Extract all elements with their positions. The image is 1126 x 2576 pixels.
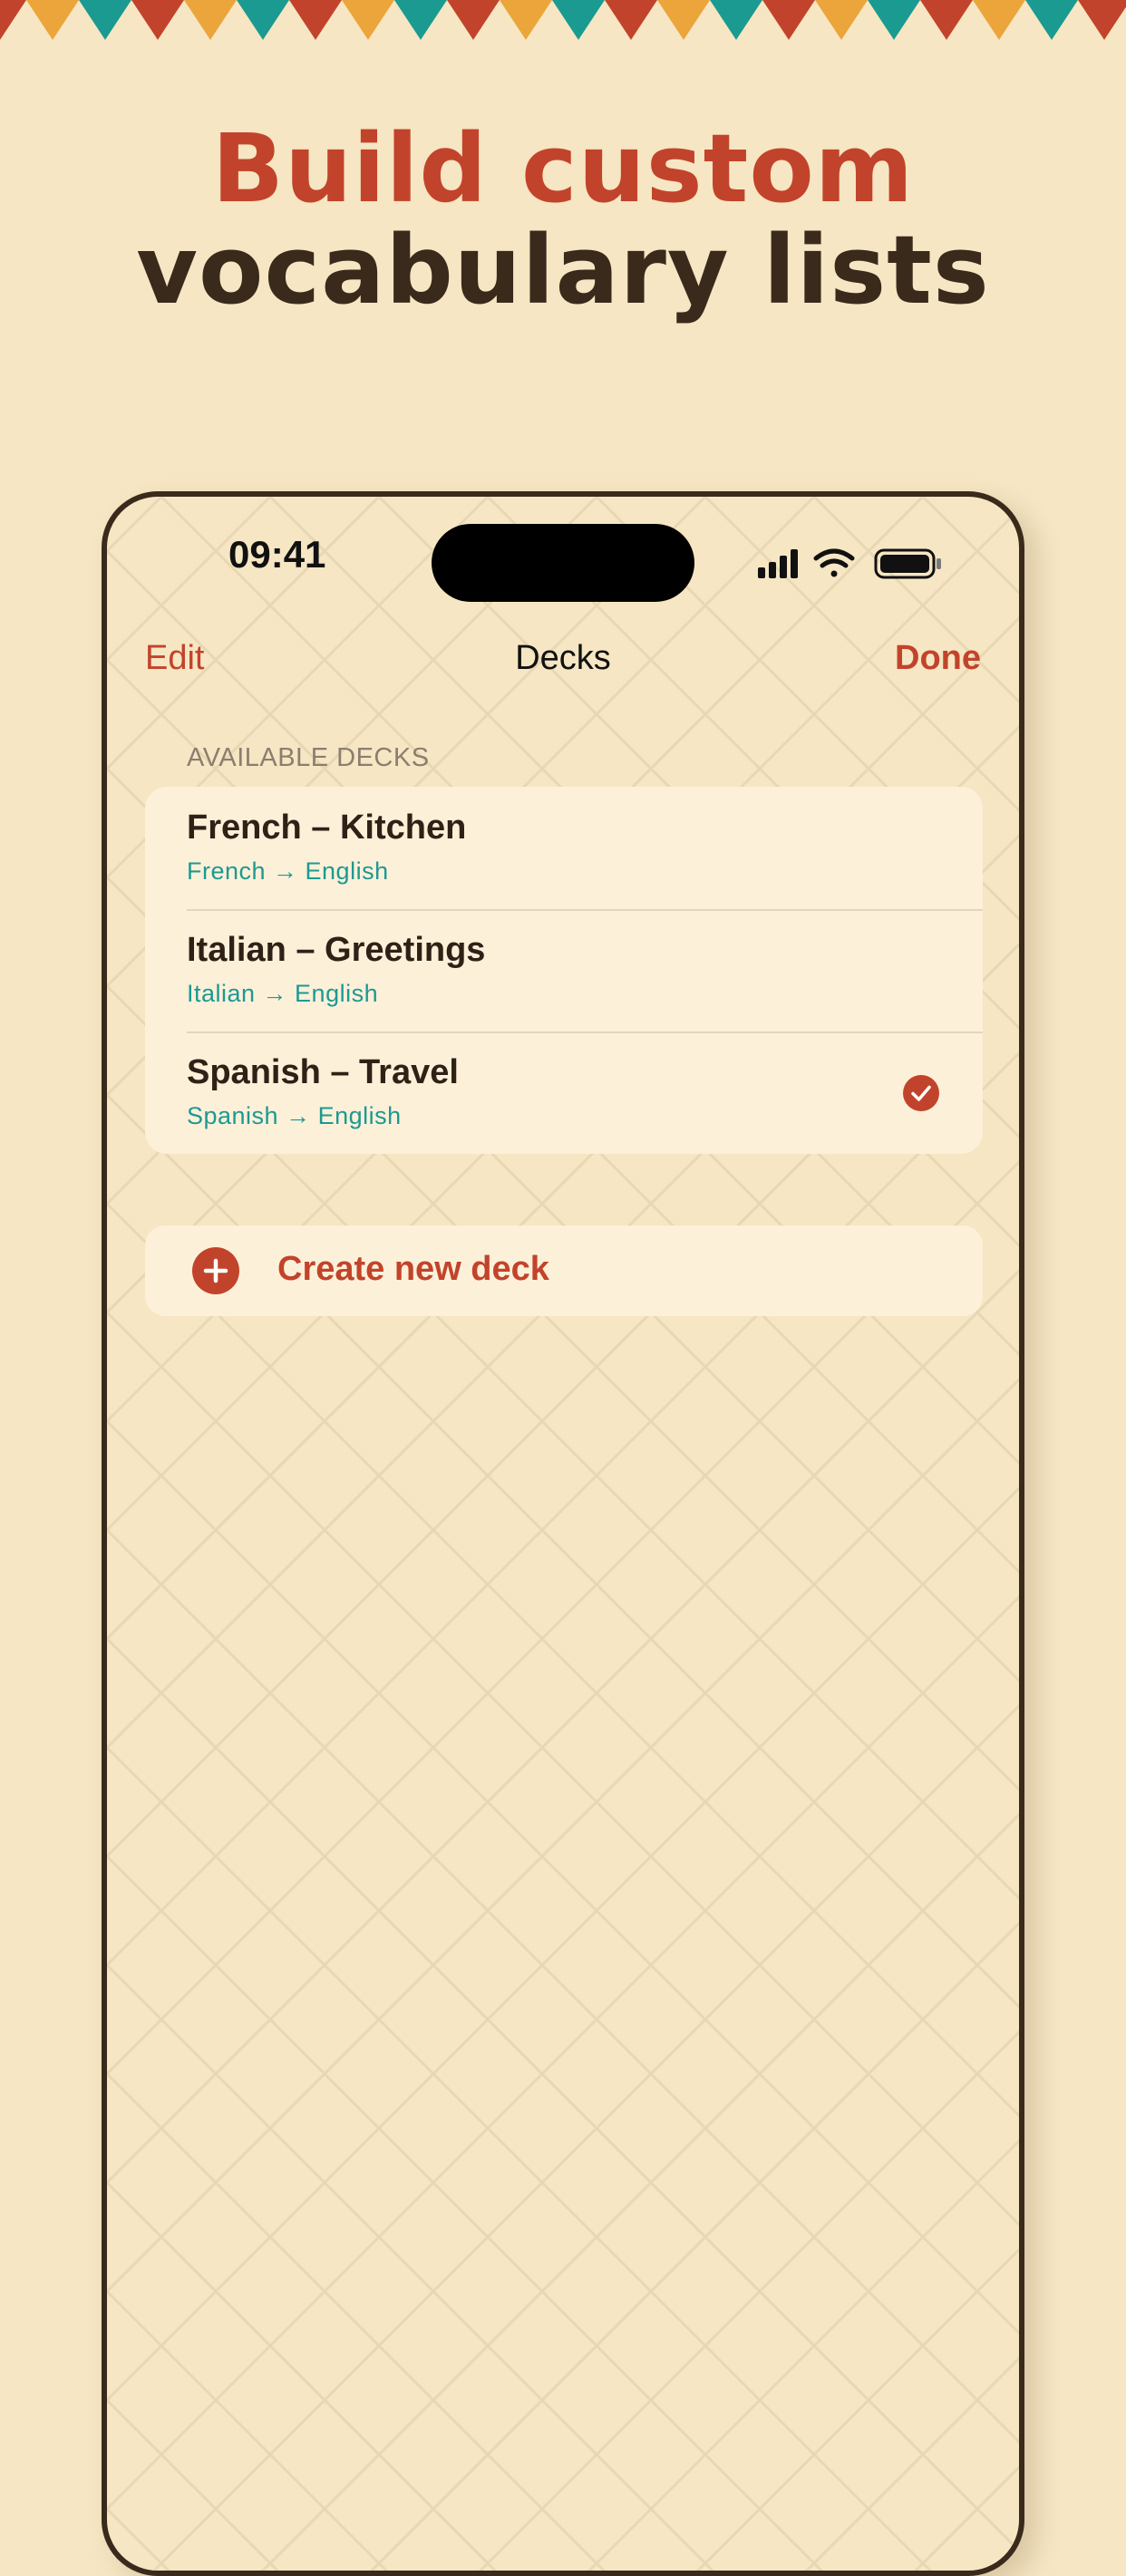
deck-title: Italian – Greetings: [187, 931, 486, 969]
bunting-flag: [920, 0, 973, 40]
bunting-flag: [1025, 0, 1078, 40]
headline: Build custom vocabulary lists: [0, 118, 1126, 321]
deck-row-italian-greetings[interactable]: Italian – Greetings Italian → English: [145, 909, 983, 1031]
create-new-deck-label: Create new deck: [277, 1250, 549, 1288]
bunting-flag: [342, 0, 394, 40]
bunting-flag: [131, 0, 184, 40]
deck-subtitle: Italian → English: [187, 980, 379, 1007]
dynamic-island: [432, 524, 694, 602]
bunting-flag: [552, 0, 605, 40]
bunting-flag: [289, 0, 342, 40]
bunting-flag: [447, 0, 500, 40]
status-icons: [758, 548, 941, 579]
headline-line-1: Build custom: [211, 113, 915, 224]
bunting-flag: [868, 0, 920, 40]
plus-circle-icon: [192, 1247, 239, 1294]
bunting-flag: [710, 0, 762, 40]
bunting-flag: [973, 0, 1025, 40]
done-button[interactable]: Done: [895, 638, 981, 678]
nav-title: Decks: [515, 639, 611, 677]
status-time: 09:41: [228, 533, 326, 576]
checkmark-icon: [903, 1075, 939, 1111]
headline-line-2: vocabulary lists: [136, 215, 990, 325]
signal-icon: [758, 549, 798, 578]
deck-subtitle: French → English: [187, 857, 389, 885]
bunting-flag: [605, 0, 657, 40]
deck-title: Spanish – Travel: [187, 1053, 459, 1091]
wifi-icon: [813, 548, 855, 577]
deck-title: French – Kitchen: [187, 809, 467, 847]
bunting-flag: [762, 0, 815, 40]
bunting-flag: [815, 0, 868, 40]
create-new-deck-button[interactable]: Create new deck: [145, 1225, 983, 1316]
bunting-flag: [394, 0, 447, 40]
deck-row-spanish-travel[interactable]: Spanish – Travel Spanish → English: [145, 1031, 983, 1154]
bunting-flag: [657, 0, 710, 40]
bunting-flag: [1078, 0, 1126, 40]
bunting-flag: [500, 0, 552, 40]
bunting-flag: [184, 0, 237, 40]
deck-subtitle: Spanish → English: [187, 1102, 402, 1129]
bunting-flag: [79, 0, 131, 40]
bunting-flag: [26, 0, 79, 40]
bunting-flag: [237, 0, 289, 40]
deck-row-french-kitchen[interactable]: French – Kitchen French → English: [145, 787, 983, 909]
section-header: AVAILABLE DECKS: [187, 743, 430, 772]
bunting-flag: [0, 0, 26, 40]
battery-icon: [874, 548, 941, 579]
deck-list: French – Kitchen French → English Italia…: [145, 787, 983, 1154]
bunting-decoration: [0, 0, 1126, 40]
phone-frame: 09:41 Edit Decks Done AVAILABLE DECKS Fr…: [102, 491, 1024, 2576]
